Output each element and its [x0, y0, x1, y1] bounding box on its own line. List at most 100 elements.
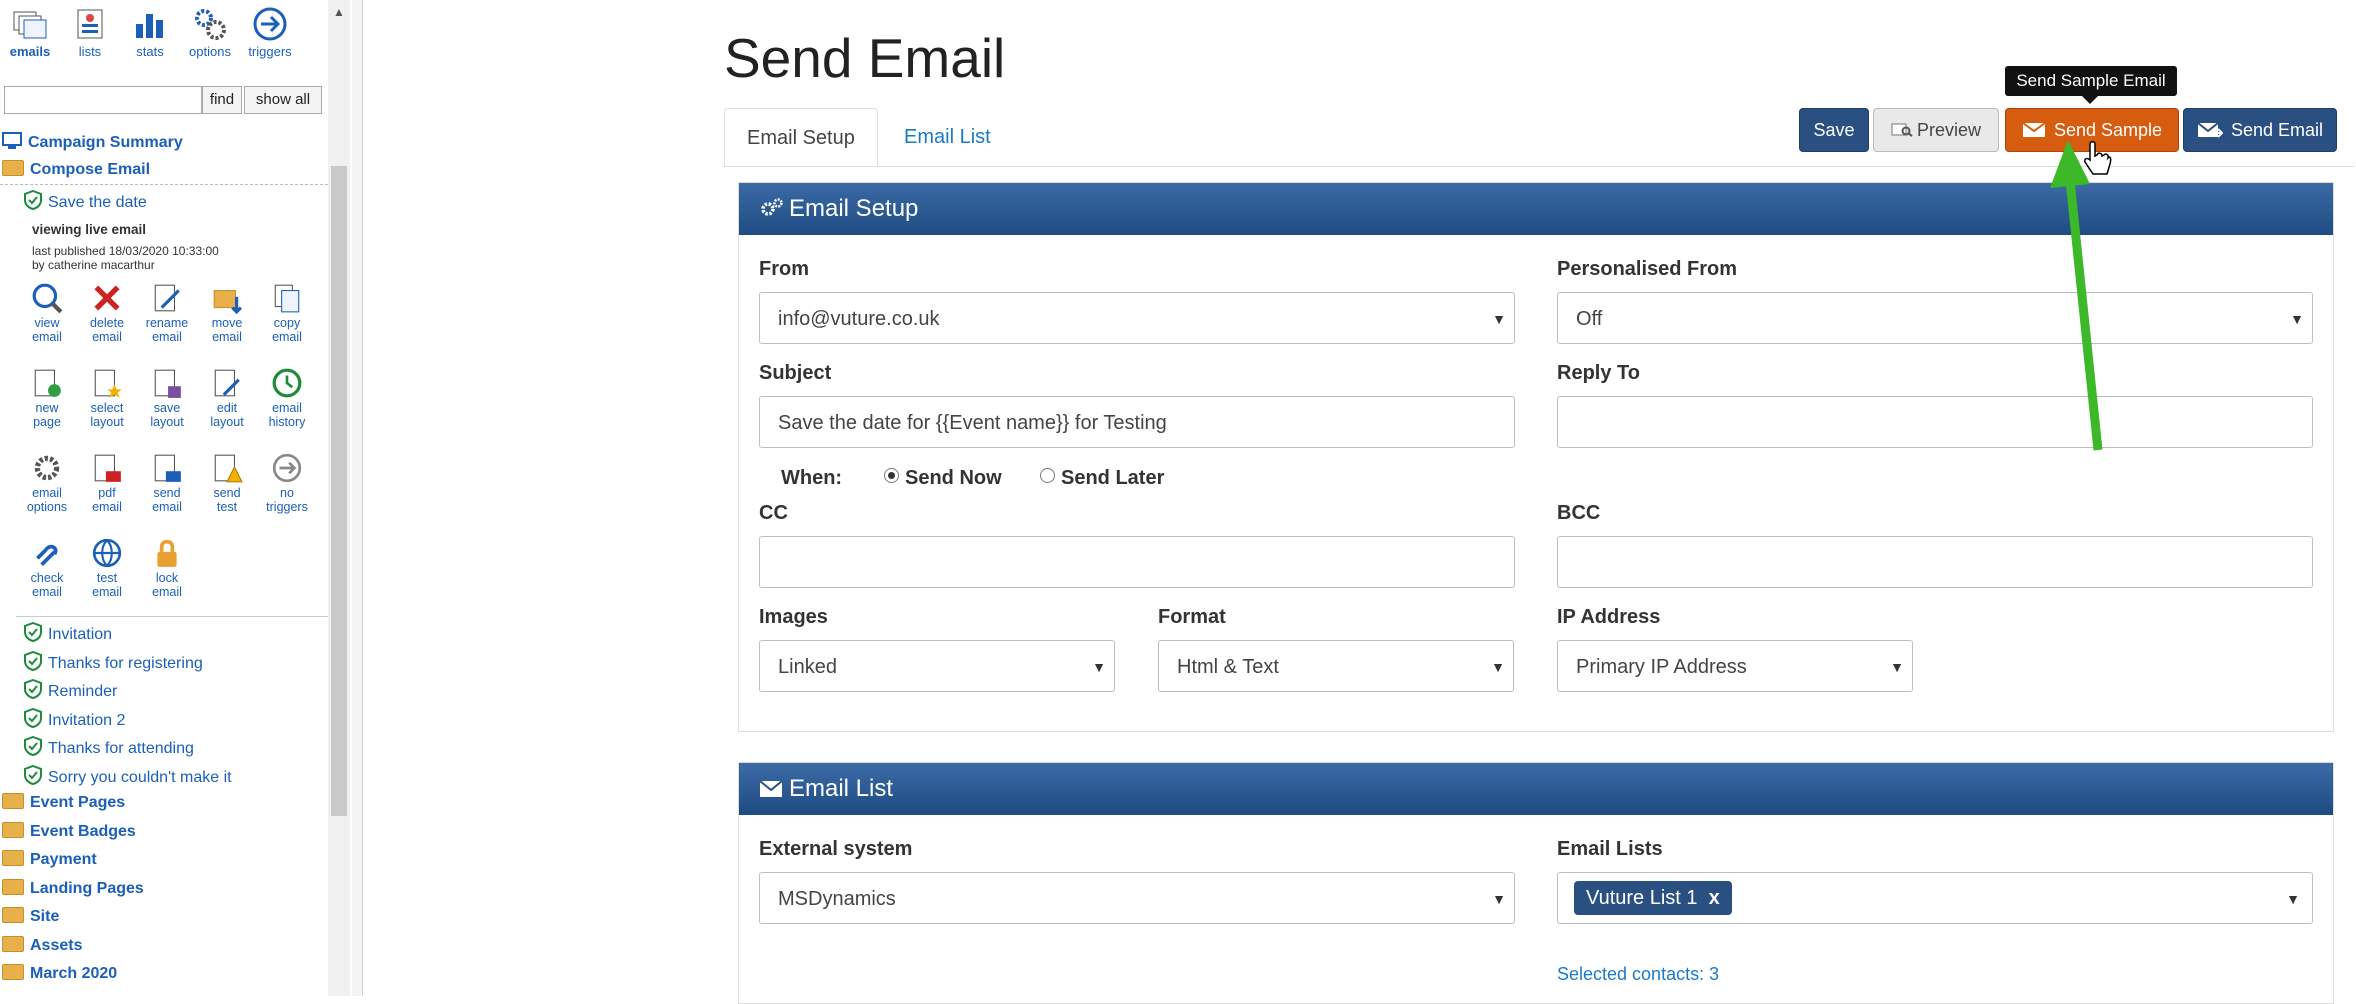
external-system-value: MSDynamics	[778, 888, 896, 910]
find-button[interactable]: find	[202, 86, 242, 114]
format-select[interactable]: Html & Text ▼	[1158, 640, 1514, 692]
selected-contacts[interactable]: Selected contacts: 3	[1557, 964, 1719, 985]
external-system-select[interactable]: MSDynamics ▼	[759, 872, 1515, 924]
action-copy-email[interactable]: copy email	[257, 282, 317, 344]
toolbar-stats[interactable]: stats	[120, 2, 180, 62]
toolbar-options[interactable]: options	[180, 2, 240, 62]
compose-email-folder[interactable]: Compose Email	[2, 160, 150, 179]
folder-item[interactable]: Assets	[2, 935, 82, 955]
email-item[interactable]: Thanks for attending	[24, 736, 194, 758]
action-select-layout[interactable]: select layout	[77, 367, 137, 429]
scrollbar-thumb[interactable]	[331, 166, 347, 816]
sidebar-splitter[interactable]	[352, 0, 363, 996]
remove-tag-button[interactable]: x	[1709, 887, 1720, 909]
bcc-input[interactable]	[1557, 536, 2313, 588]
action-no-triggers[interactable]: no triggers	[257, 452, 317, 514]
tab-email-setup[interactable]: Email Setup	[724, 108, 878, 167]
folder-icon	[2, 878, 24, 895]
action-new-page[interactable]: new page	[17, 367, 77, 429]
email-item-label: Reminder	[48, 683, 118, 700]
shield-check-icon	[24, 707, 42, 728]
email-item[interactable]: Invitation 2	[24, 707, 125, 730]
action-lock-email[interactable]: lock email	[137, 537, 197, 599]
subject-input[interactable]: Save the date for {{Event name}} for Tes…	[759, 396, 1515, 448]
campaign-summary-link[interactable]: Campaign Summary	[2, 132, 183, 152]
reply-to-input[interactable]	[1557, 396, 2313, 448]
folder-icon	[2, 850, 24, 866]
folder-item[interactable]: Event Badges	[2, 821, 136, 841]
folder-label: March 2020	[30, 965, 118, 982]
email-lists-select[interactable]: Vuture List 1 x ▼	[1557, 872, 2313, 924]
images-label: Images	[759, 606, 828, 628]
send-now-radio[interactable]: Send Now	[884, 467, 1002, 490]
send-email-label: Send Email	[2230, 120, 2324, 140]
folder-label: Payment	[30, 851, 97, 868]
toolbar-emails[interactable]: emails	[0, 2, 60, 62]
action-view-email[interactable]: view email	[17, 282, 77, 344]
action-edit-layout[interactable]: edit layout	[197, 367, 257, 429]
folder-item[interactable]: Payment	[2, 850, 97, 869]
toolbar-triggers[interactable]: triggers	[240, 2, 300, 62]
action-rename-email[interactable]: rename email	[137, 282, 197, 344]
email-item-label: Invitation	[48, 626, 113, 643]
toolbar-label: options	[189, 44, 231, 59]
radio-selected-icon	[884, 468, 899, 483]
action-label: send	[153, 486, 181, 500]
action-check-email[interactable]: check email	[17, 537, 77, 599]
from-select[interactable]: info@vuture.co.uk ▼	[759, 292, 1515, 344]
show-all-button[interactable]: show all	[244, 86, 322, 114]
action-pdf-email[interactable]: pdf email	[77, 452, 137, 514]
action-label: pdf	[98, 486, 116, 500]
tab-email-list[interactable]: Email List	[882, 108, 1013, 166]
send-test-icon	[214, 454, 243, 483]
check-email-icon	[36, 544, 58, 567]
action-save-layout[interactable]: save layout	[137, 367, 197, 429]
move-icon	[213, 290, 242, 314]
ip-address-select[interactable]: Primary IP Address ▼	[1557, 640, 1913, 692]
current-email-item[interactable]: Save the date	[24, 190, 147, 212]
action-send-test[interactable]: send test	[197, 452, 257, 514]
cc-input[interactable]	[759, 536, 1515, 588]
email-item[interactable]: Sorry you couldn't make it	[24, 764, 232, 787]
reply-to-label: Reply To	[1557, 362, 1640, 384]
action-send-email[interactable]: send email	[137, 452, 197, 514]
toolbar-lists[interactable]: lists	[60, 2, 120, 62]
action-delete-email[interactable]: delete email	[77, 282, 137, 344]
scroll-up-arrow-icon[interactable]: ▲	[331, 4, 347, 20]
folder-item[interactable]: Landing Pages	[2, 878, 144, 898]
history-icon	[272, 368, 302, 398]
action-email-history[interactable]: email history	[257, 367, 317, 429]
action-move-email[interactable]: move email	[197, 282, 257, 344]
folder-label: Landing Pages	[30, 879, 144, 897]
action-label: select	[90, 401, 124, 415]
format-value: Html & Text	[1177, 656, 1279, 678]
divider	[16, 616, 328, 617]
folder-icon	[2, 821, 24, 838]
folder-item[interactable]: Event Pages	[2, 793, 125, 812]
shield-check-icon	[24, 764, 42, 785]
images-value: Linked	[778, 656, 837, 678]
folder-label: Event Pages	[30, 794, 126, 811]
folder-item[interactable]: Site	[2, 907, 59, 926]
email-list-header: Email List	[739, 763, 2333, 815]
send-sample-tooltip: Send Sample Email	[2005, 66, 2177, 96]
triggers-icon	[253, 7, 287, 41]
folder-item[interactable]: March 2020	[2, 964, 117, 983]
personalised-from-value: Off	[1576, 308, 1603, 330]
action-label: layout	[210, 415, 244, 429]
action-label: email	[92, 585, 122, 599]
search-input[interactable]	[4, 86, 202, 114]
images-select[interactable]: Linked ▼	[759, 640, 1115, 692]
email-item[interactable]: Reminder	[24, 679, 117, 701]
send-email-button[interactable]: Send Email	[2183, 108, 2337, 152]
email-item[interactable]: Thanks for registering	[24, 650, 203, 673]
save-button[interactable]: Save	[1799, 108, 1869, 152]
preview-button[interactable]: Preview	[1873, 108, 1999, 152]
email-item[interactable]: Invitation	[24, 622, 112, 644]
action-label: email	[272, 330, 302, 344]
send-later-radio[interactable]: Send Later	[1040, 467, 1164, 490]
send-email-icon	[154, 454, 181, 482]
action-test-email[interactable]: test email	[77, 537, 137, 599]
personalised-from-select[interactable]: Off ▼	[1557, 292, 2313, 344]
action-email-options[interactable]: email options	[17, 452, 77, 514]
